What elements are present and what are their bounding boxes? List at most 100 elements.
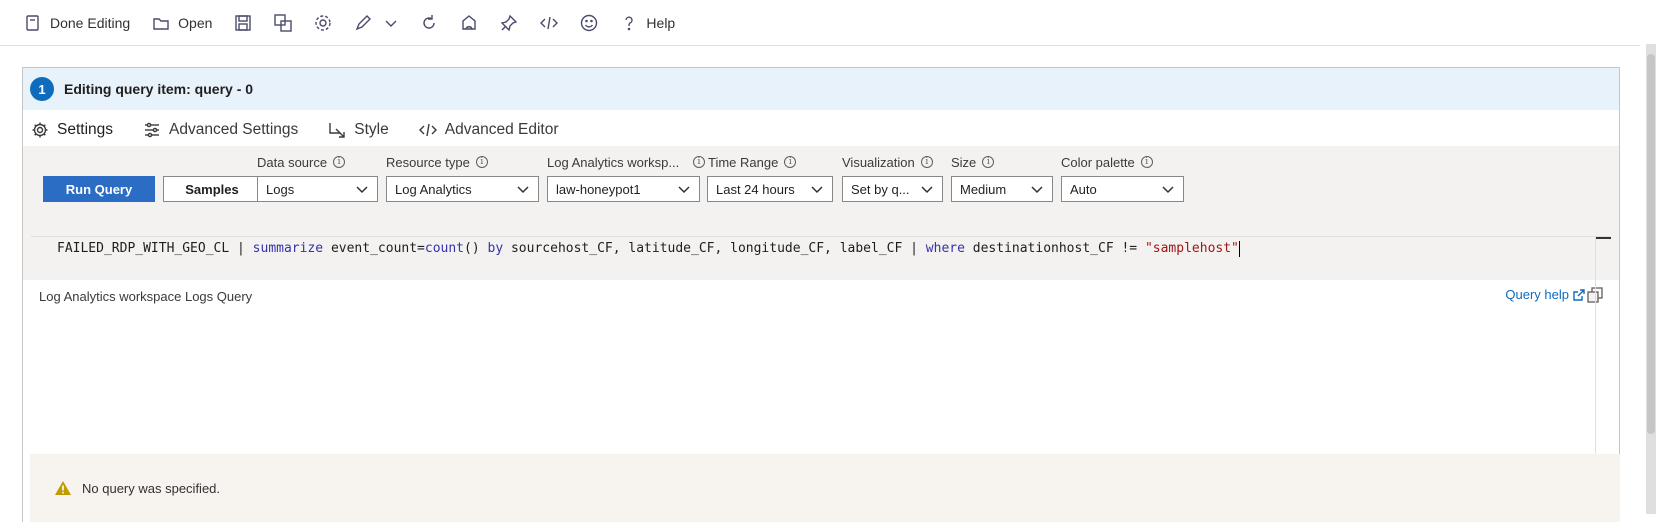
settings-icon bbox=[315, 14, 332, 31]
data-source-field: Data source i Logs bbox=[257, 152, 378, 202]
query-keyword: count bbox=[424, 241, 465, 256]
chevron-down-icon bbox=[385, 20, 397, 27]
info-icon[interactable]: i bbox=[693, 156, 705, 168]
code-icon bbox=[418, 123, 437, 137]
query-token: FAILED_RDP_WITH_GEO_CL | bbox=[57, 241, 253, 256]
page-scrollbar[interactable] bbox=[1646, 44, 1656, 514]
save-icon bbox=[235, 14, 252, 31]
save-button[interactable] bbox=[234, 8, 252, 38]
query-keyword: summarize bbox=[252, 241, 324, 256]
clone-icon bbox=[462, 14, 477, 30]
edit-button[interactable] bbox=[354, 8, 372, 38]
top-toolbar: Done Editing Open Help bbox=[0, 0, 1640, 46]
open-icon bbox=[153, 17, 169, 30]
resource-type-dropdown[interactable]: Log Analytics bbox=[386, 176, 539, 202]
tab-advanced-settings-label: Advanced Settings bbox=[169, 121, 299, 138]
query-text-line[interactable]: FAILED_RDP_WITH_GEO_CL | summarize event… bbox=[57, 239, 1240, 259]
resource-type-value: Log Analytics bbox=[395, 181, 472, 197]
size-value: Medium bbox=[960, 181, 1007, 197]
style-icon bbox=[329, 123, 345, 138]
info-icon[interactable]: i bbox=[784, 156, 797, 168]
edit-dropdown-button[interactable] bbox=[384, 8, 398, 38]
data-source-value: Logs bbox=[266, 181, 295, 197]
chevron-down-icon bbox=[356, 186, 368, 194]
data-source-dropdown[interactable]: Logs bbox=[257, 176, 378, 202]
clone-button[interactable] bbox=[460, 8, 478, 38]
resource-type-label: Resource type bbox=[386, 154, 470, 170]
info-icon[interactable]: i bbox=[333, 156, 346, 168]
tab-style[interactable]: Style bbox=[328, 114, 389, 146]
size-label: Size bbox=[951, 154, 977, 170]
done-editing-button[interactable]: Done Editing bbox=[24, 8, 130, 38]
tab-style-label: Style bbox=[354, 121, 389, 138]
refresh-button[interactable] bbox=[420, 8, 438, 38]
chevron-down-icon bbox=[921, 186, 933, 194]
pin-icon bbox=[501, 14, 518, 31]
editor-tabs: Settings Advanced Settings Style Advance… bbox=[23, 110, 1619, 149]
run-query-button[interactable]: Run Query bbox=[43, 176, 155, 202]
time-range-label: Time Range bbox=[708, 154, 779, 170]
chevron-down-icon bbox=[678, 186, 690, 194]
workspace-dropdown[interactable]: law-honeypot1 bbox=[547, 176, 700, 202]
banner-title: Editing query item: query - 0 bbox=[64, 81, 254, 97]
feedback-button[interactable] bbox=[580, 8, 598, 38]
samples-button[interactable]: Samples bbox=[163, 176, 261, 202]
tab-advanced-editor[interactable]: Advanced Editor bbox=[418, 114, 559, 146]
query-token: sourcehost_CF, latitude_CF, longitude_CF… bbox=[503, 241, 926, 256]
chevron-down-icon bbox=[1162, 186, 1174, 194]
time-range-dropdown[interactable]: Last 24 hours bbox=[707, 176, 833, 202]
save-as-icon bbox=[274, 13, 293, 32]
color-palette-dropdown[interactable]: Auto bbox=[1061, 176, 1184, 202]
time-range-field: i Time Range i Last 24 hours bbox=[693, 152, 833, 202]
step-number-badge: 1 bbox=[30, 77, 54, 101]
text-cursor bbox=[1238, 240, 1240, 257]
color-palette-label: Color palette bbox=[1061, 154, 1135, 170]
query-string: "samplehost" bbox=[1144, 241, 1239, 256]
tab-settings[interactable]: Settings bbox=[31, 114, 114, 149]
visualization-dropdown[interactable]: Set by q... bbox=[842, 176, 943, 202]
chevron-down-icon bbox=[517, 186, 529, 194]
tab-advanced-settings[interactable]: Advanced Settings bbox=[143, 114, 298, 146]
info-icon[interactable]: i bbox=[475, 156, 488, 168]
query-warning-bar: No query was specified. bbox=[30, 454, 1620, 522]
time-range-value: Last 24 hours bbox=[716, 181, 795, 197]
sliders-icon bbox=[145, 122, 160, 138]
done-editing-label: Done Editing bbox=[50, 14, 131, 31]
gear-icon bbox=[32, 122, 48, 138]
edit-icon bbox=[356, 14, 372, 30]
info-icon[interactable]: i bbox=[920, 156, 933, 168]
color-palette-value: Auto bbox=[1070, 181, 1097, 197]
refresh-icon bbox=[423, 14, 436, 29]
page-scrollbar-thumb[interactable] bbox=[1647, 54, 1655, 434]
info-icon[interactable]: i bbox=[1140, 156, 1153, 168]
open-button[interactable]: Open bbox=[152, 8, 212, 38]
workspace-label: Log Analytics worksp... bbox=[547, 154, 680, 170]
size-dropdown[interactable]: Medium bbox=[951, 176, 1053, 202]
code-button[interactable] bbox=[540, 8, 559, 38]
color-palette-field: Color palette i Auto bbox=[1061, 152, 1184, 202]
tab-settings-label: Settings bbox=[57, 121, 114, 138]
help-icon bbox=[625, 15, 634, 30]
query-token: destinationhost_CF != bbox=[964, 241, 1145, 256]
query-token: event_count= bbox=[323, 241, 425, 256]
done-editing-icon bbox=[26, 14, 39, 31]
feedback-icon bbox=[581, 14, 598, 31]
visualization-field: Visualization i Set by q... bbox=[842, 152, 943, 202]
editing-banner: 1 Editing query item: query - 0 bbox=[23, 68, 1619, 110]
resource-type-field: Resource type i Log Analytics bbox=[386, 152, 539, 202]
visualization-value: Set by q... bbox=[851, 181, 910, 197]
workspace-value: law-honeypot1 bbox=[556, 181, 641, 197]
warning-icon bbox=[55, 481, 71, 495]
query-keyword: by bbox=[487, 241, 504, 256]
info-icon[interactable]: i bbox=[982, 156, 995, 168]
help-button[interactable]: Help bbox=[620, 8, 675, 38]
visualization-label: Visualization bbox=[842, 154, 915, 170]
pin-button[interactable] bbox=[500, 8, 518, 38]
query-token: () bbox=[464, 241, 488, 256]
open-label: Open bbox=[178, 14, 213, 31]
settings-button[interactable] bbox=[314, 8, 332, 38]
save-as-button[interactable] bbox=[274, 8, 293, 38]
size-field: Size i Medium bbox=[951, 152, 1053, 202]
warning-message: No query was specified. bbox=[82, 480, 221, 496]
data-source-label: Data source bbox=[257, 154, 328, 170]
